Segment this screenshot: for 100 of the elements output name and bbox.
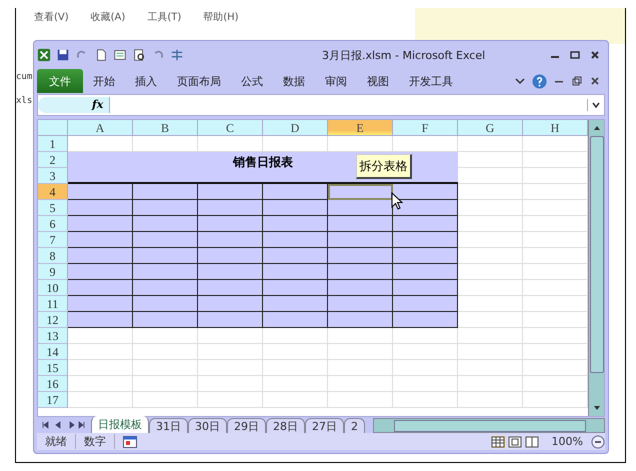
row-header[interactable]: 4: [38, 184, 68, 200]
row-header[interactable]: 2: [38, 152, 68, 168]
table-cell[interactable]: [133, 184, 198, 200]
sheet-tab[interactable]: 27日: [305, 418, 344, 433]
close-icon[interactable]: [589, 75, 601, 87]
sheet-tab[interactable]: 日报模板: [91, 416, 149, 433]
table-cell[interactable]: [198, 232, 263, 248]
ribbon-tab[interactable]: 公式: [231, 69, 273, 93]
table-cell[interactable]: [263, 232, 328, 248]
table-cell[interactable]: [68, 248, 133, 264]
row-header[interactable]: 1: [38, 136, 68, 152]
table-cell[interactable]: [198, 296, 263, 312]
form-icon[interactable]: [113, 48, 127, 62]
table-cell[interactable]: [393, 184, 458, 200]
table-cell[interactable]: [133, 248, 198, 264]
selected-cell[interactable]: [328, 184, 393, 200]
column-header[interactable]: A: [68, 120, 133, 136]
table-cell[interactable]: [263, 264, 328, 280]
table-cell[interactable]: [393, 216, 458, 232]
save-icon[interactable]: [56, 48, 70, 62]
table-cell[interactable]: [393, 248, 458, 264]
sheet-tab[interactable]: 29日: [227, 418, 266, 433]
help-icon[interactable]: [532, 74, 547, 88]
row-header[interactable]: 11: [38, 296, 68, 312]
zoom-level[interactable]: 100%: [542, 435, 591, 448]
table-cell[interactable]: [263, 200, 328, 216]
row-header[interactable]: 7: [38, 232, 68, 248]
sheet-tab[interactable]: 28日: [266, 418, 305, 433]
table-cell[interactable]: [68, 200, 133, 216]
table-cell[interactable]: [328, 264, 393, 280]
ribbon-tab[interactable]: 数据: [273, 69, 315, 93]
table-cell[interactable]: [328, 312, 393, 328]
ribbon-tab[interactable]: 插入: [125, 69, 167, 93]
table-cell[interactable]: [393, 296, 458, 312]
table-cell[interactable]: [68, 264, 133, 280]
row-header[interactable]: 8: [38, 248, 68, 264]
row-header[interactable]: 15: [38, 360, 68, 376]
table-cell[interactable]: [68, 216, 133, 232]
column-header[interactable]: B: [133, 120, 198, 136]
table-cell[interactable]: [68, 312, 133, 328]
column-header[interactable]: F: [393, 120, 458, 136]
table-cell[interactable]: [133, 264, 198, 280]
table-cell[interactable]: [198, 200, 263, 216]
sheet-tab[interactable]: 30日: [188, 418, 227, 433]
select-all-corner[interactable]: [38, 120, 68, 136]
table-cell[interactable]: [328, 200, 393, 216]
page-layout-icon[interactable]: [508, 436, 522, 448]
row-header[interactable]: 13: [38, 328, 68, 344]
close-icon[interactable]: [589, 49, 601, 61]
table-cell[interactable]: [263, 248, 328, 264]
column-header[interactable]: E: [328, 120, 393, 136]
table-cell[interactable]: [328, 296, 393, 312]
row-header[interactable]: 16: [38, 376, 68, 392]
ribbon-tab[interactable]: 开发工具: [399, 69, 463, 93]
table-cell[interactable]: [263, 184, 328, 200]
grid-icon[interactable]: [170, 48, 184, 62]
ribbon-tab[interactable]: 视图: [357, 69, 399, 93]
maximize-icon[interactable]: [569, 49, 581, 61]
scroll-thumb[interactable]: [590, 136, 604, 373]
page-break-icon[interactable]: [524, 436, 539, 448]
table-cell[interactable]: [263, 280, 328, 296]
sheet-tab[interactable]: 2: [344, 418, 365, 433]
column-header[interactable]: H: [523, 120, 588, 136]
horizontal-scrollbar[interactable]: [373, 418, 605, 433]
row-header[interactable]: 9: [38, 264, 68, 280]
file-tab[interactable]: 文件: [37, 69, 83, 93]
print-preview-icon[interactable]: [132, 48, 146, 62]
table-cell[interactable]: [133, 200, 198, 216]
macro-record-icon[interactable]: [123, 436, 137, 448]
table-cell[interactable]: [198, 280, 263, 296]
menu-item[interactable]: 帮助(H): [203, 10, 239, 24]
ribbon-tab[interactable]: 页面布局: [167, 69, 231, 93]
restore-icon[interactable]: [571, 75, 583, 87]
table-cell[interactable]: [393, 200, 458, 216]
table-cell[interactable]: [393, 232, 458, 248]
table-cell[interactable]: [133, 216, 198, 232]
table-cell[interactable]: [133, 296, 198, 312]
row-header[interactable]: 5: [38, 200, 68, 216]
table-cell[interactable]: [263, 216, 328, 232]
table-cell[interactable]: [393, 280, 458, 296]
table-cell[interactable]: [198, 312, 263, 328]
table-cell[interactable]: [263, 296, 328, 312]
row-header[interactable]: 3: [38, 168, 68, 184]
normal-view-icon[interactable]: [490, 436, 505, 448]
table-cell[interactable]: [393, 264, 458, 280]
table-cell[interactable]: [133, 232, 198, 248]
spreadsheet-icon[interactable]: [37, 48, 51, 62]
table-cell[interactable]: [198, 264, 263, 280]
ribbon-tab[interactable]: 审阅: [315, 69, 357, 93]
row-header[interactable]: 17: [38, 392, 68, 408]
table-cell[interactable]: [133, 280, 198, 296]
table-cell[interactable]: [328, 216, 393, 232]
column-header[interactable]: G: [458, 120, 523, 136]
table-cell[interactable]: [328, 248, 393, 264]
split-table-button[interactable]: 拆分表格: [356, 154, 412, 179]
row-header[interactable]: 12: [38, 312, 68, 328]
menu-item[interactable]: 工具(T): [147, 10, 182, 24]
table-cell[interactable]: [198, 184, 263, 200]
table-cell[interactable]: [133, 312, 198, 328]
table-cell[interactable]: [68, 232, 133, 248]
